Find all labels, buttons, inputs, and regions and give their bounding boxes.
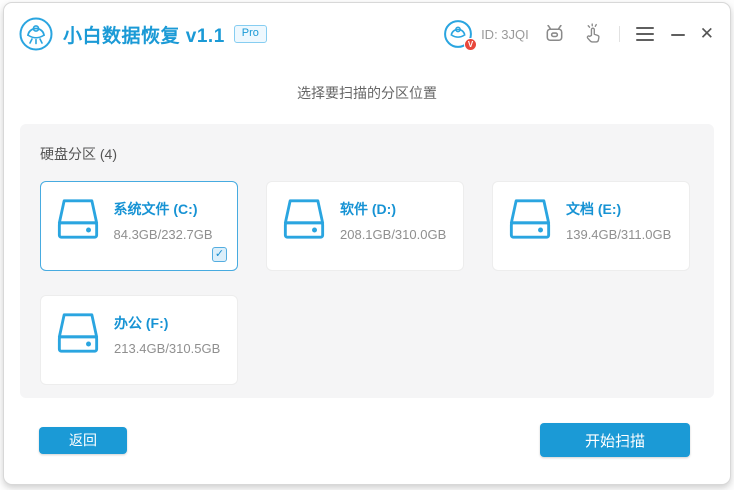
partition-name: 办公 (F:) [114,313,220,333]
partition-capacity: 84.3GB/232.7GB [114,227,213,242]
footer: 返回 开始扫描 [39,419,690,461]
support-robot-icon[interactable] [543,22,567,46]
close-icon[interactable]: ✕ [700,26,714,42]
tap-hand-icon[interactable] [581,22,605,46]
drive-icon [507,198,553,242]
partitions-panel: 硬盘分区 (4) 系统文件 (C:) 84.3GB/232.7GB ✓ 软件 (… [20,124,714,398]
app-logo-icon [18,16,54,52]
titlebar-right: V ID: 3JQI ✕ [443,19,714,49]
back-button[interactable]: 返回 [39,427,127,454]
partition-capacity: 213.4GB/310.5GB [114,341,220,356]
app-window: 小白数据恢复 v1.1 Pro V ID: 3JQI [3,2,731,485]
partition-capacity: 208.1GB/310.0GB [340,227,446,242]
partition-grid: 系统文件 (C:) 84.3GB/232.7GB ✓ 软件 (D:) 208.1… [40,181,694,385]
partition-capacity: 139.4GB/311.0GB [566,227,671,242]
section-label: 硬盘分区 (4) [40,144,694,164]
partition-checkbox[interactable]: ✓ [212,247,227,262]
start-scan-button[interactable]: 开始扫描 [540,423,690,457]
pro-badge: Pro [234,25,267,43]
drive-icon [55,312,101,356]
page-title: 选择要扫描的分区位置 [4,83,730,103]
titlebar: 小白数据恢复 v1.1 Pro V ID: 3JQI [4,3,730,65]
partition-card[interactable]: 文档 (E:) 139.4GB/311.0GB [492,181,690,271]
minimize-icon[interactable] [670,26,686,42]
vip-badge-icon: V [464,38,477,51]
partition-card[interactable]: 办公 (F:) 213.4GB/310.5GB [40,295,238,385]
titlebar-divider [619,26,620,42]
user-avatar[interactable]: V [443,19,473,49]
partition-name: 文档 (E:) [566,199,671,219]
partition-name: 软件 (D:) [340,199,446,219]
app-title: 小白数据恢复 v1.1 [63,21,225,48]
partition-card[interactable]: 系统文件 (C:) 84.3GB/232.7GB ✓ [40,181,238,271]
drive-icon [281,198,327,242]
drive-icon [55,198,101,242]
partition-card[interactable]: 软件 (D:) 208.1GB/310.0GB [266,181,464,271]
user-id: ID: 3JQI [481,27,529,42]
hamburger-menu-icon[interactable] [636,27,654,41]
partition-name: 系统文件 (C:) [114,199,213,219]
